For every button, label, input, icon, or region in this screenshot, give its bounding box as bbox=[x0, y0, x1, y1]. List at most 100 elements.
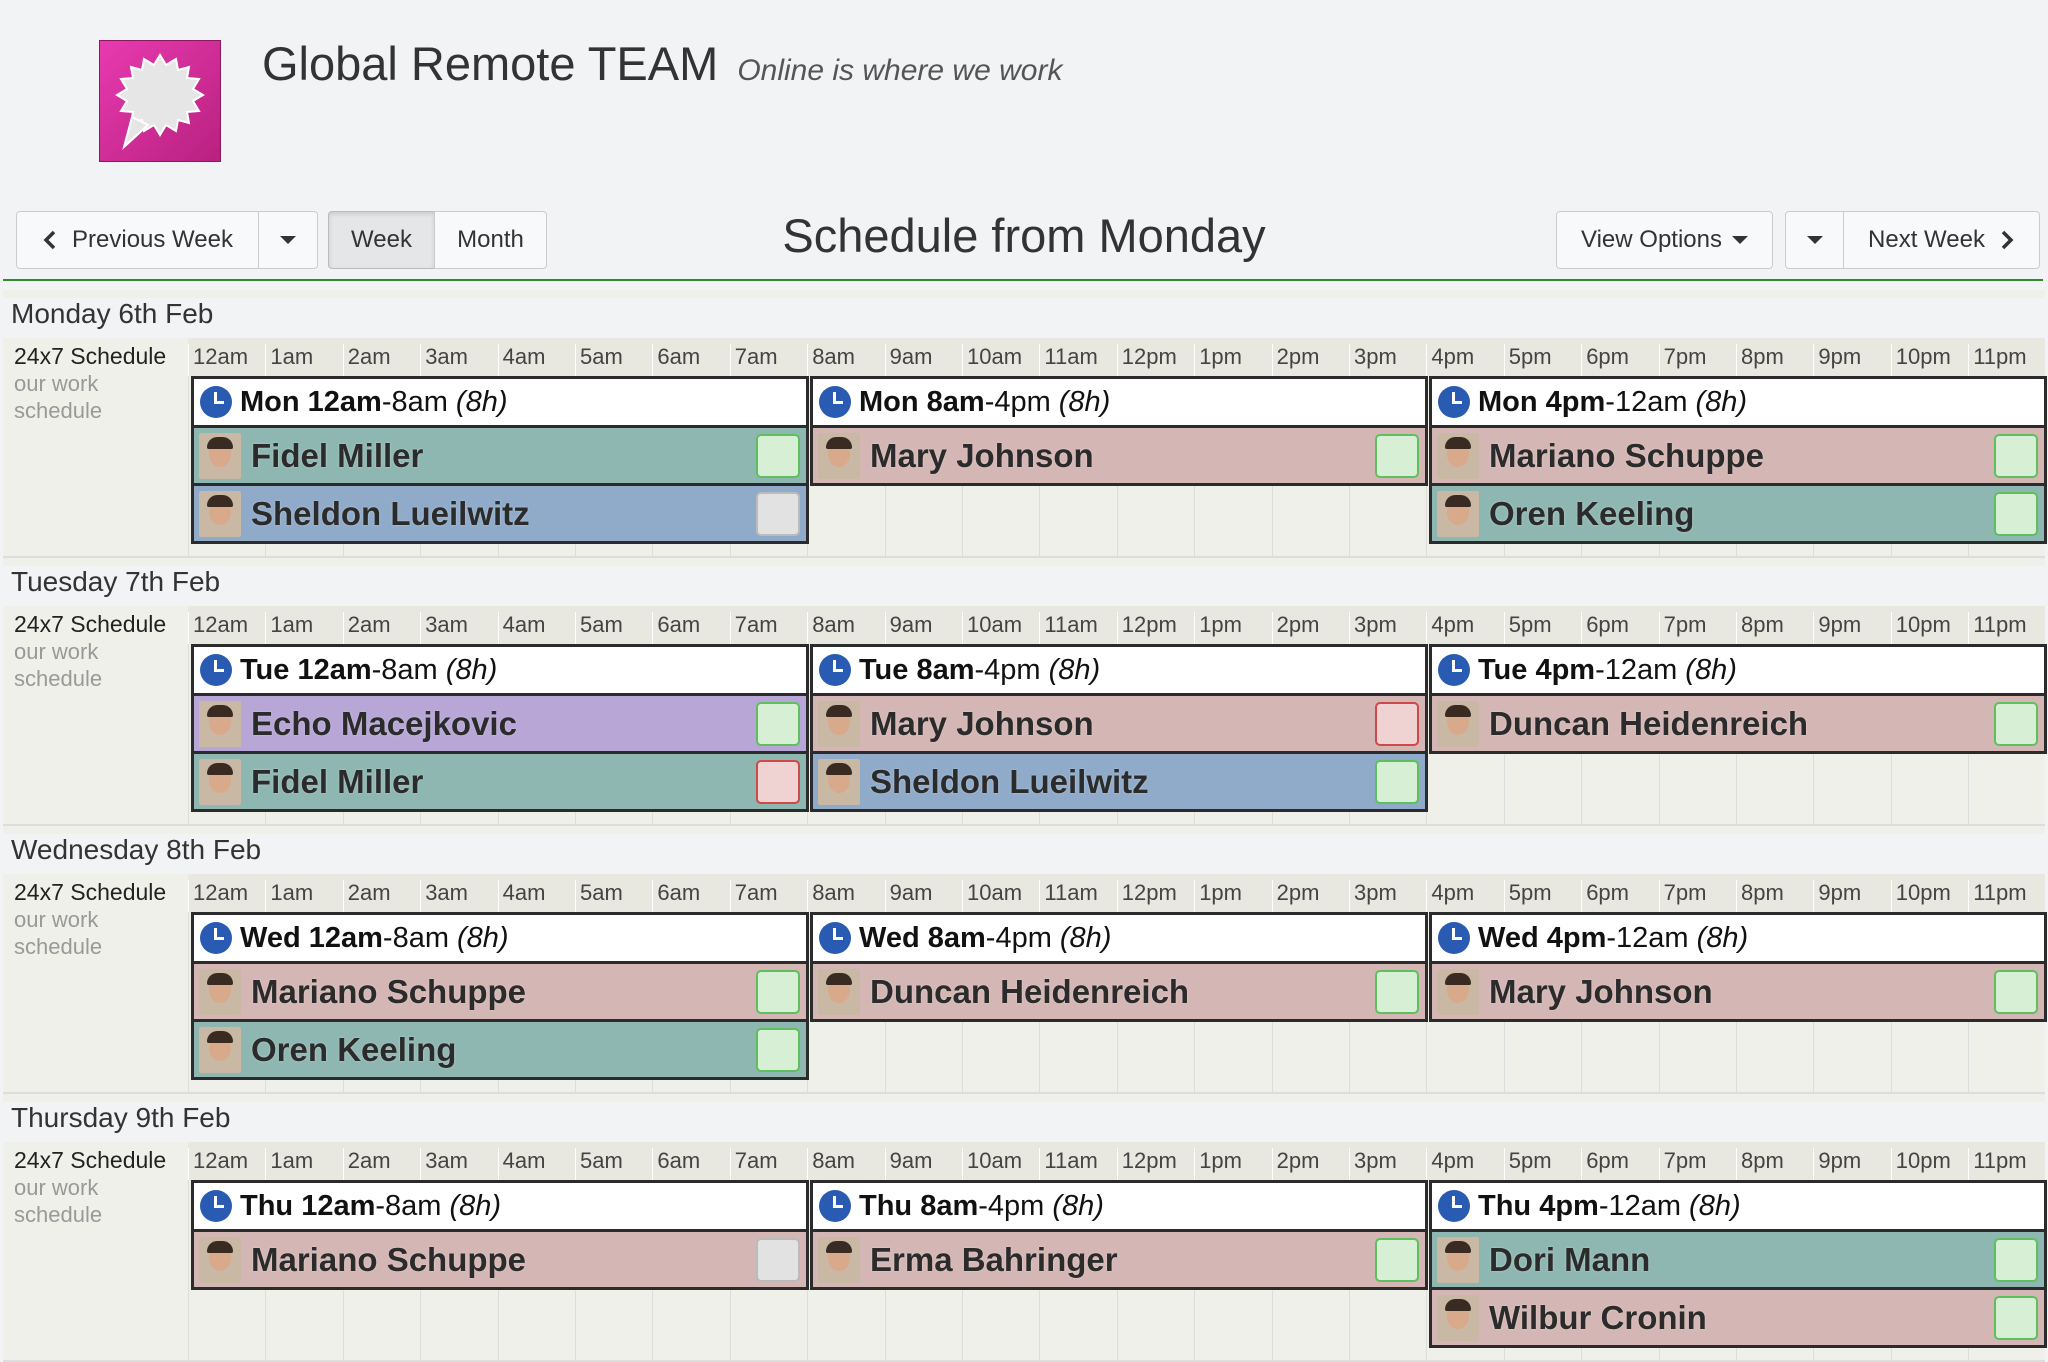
shift-assignee[interactable]: Echo Macejkovic bbox=[194, 696, 806, 751]
shift-header[interactable]: Mon 8am -4pm (8h) bbox=[813, 379, 1425, 425]
shift-start: Thu 12am bbox=[240, 1189, 376, 1222]
shift-block[interactable]: Thu 4pm -12am (8h) Dori Mann Wilbur Cron… bbox=[1429, 1180, 2047, 1348]
hour-label: 8pm bbox=[1736, 880, 1813, 912]
shift-assignee[interactable]: Fidel Miller bbox=[194, 754, 806, 809]
shift-assignee[interactable]: Mariano Schuppe bbox=[194, 964, 806, 1019]
shift-assignee[interactable]: Sheldon Lueilwitz bbox=[813, 754, 1425, 809]
schedule-label[interactable]: 24x7 Schedule our work schedule bbox=[14, 879, 166, 960]
status-checkbox[interactable] bbox=[1994, 702, 2038, 746]
shift-end: -8am bbox=[381, 385, 448, 418]
shift-header[interactable]: Wed 8am -4pm (8h) bbox=[813, 915, 1425, 961]
hour-label: 8am bbox=[807, 880, 884, 912]
team-logo[interactable] bbox=[99, 40, 221, 162]
shift-header[interactable]: Tue 12am -8am (8h) bbox=[194, 647, 806, 693]
status-checkbox[interactable] bbox=[1375, 702, 1419, 746]
hour-label: 8pm bbox=[1736, 344, 1813, 376]
shift-assignee[interactable]: Wilbur Cronin bbox=[1432, 1290, 2044, 1345]
status-checkbox[interactable] bbox=[756, 702, 800, 746]
schedule-label[interactable]: 24x7 Schedule our work schedule bbox=[14, 1147, 166, 1228]
status-checkbox[interactable] bbox=[756, 492, 800, 536]
shift-block[interactable]: Mon 4pm -12am (8h) Mariano Schuppe Oren … bbox=[1429, 376, 2047, 544]
shift-assignee[interactable]: Erma Bahringer bbox=[813, 1232, 1425, 1287]
caret-down-icon bbox=[1806, 236, 1823, 244]
shift-block[interactable]: Wed 8am -4pm (8h) Duncan Heidenreich bbox=[810, 912, 1428, 1022]
hour-label: 4pm bbox=[1426, 344, 1503, 376]
shift-block[interactable]: Mon 12am -8am (8h) Fidel Miller Sheldon … bbox=[191, 376, 809, 544]
shift-assignee[interactable]: Oren Keeling bbox=[1432, 486, 2044, 541]
shift-header[interactable]: Thu 4pm -12am (8h) bbox=[1432, 1183, 2044, 1229]
schedule-name: 24x7 Schedule bbox=[14, 879, 167, 905]
hour-label: 5am bbox=[575, 612, 652, 644]
shift-header[interactable]: Thu 8am -4pm (8h) bbox=[813, 1183, 1425, 1229]
status-checkbox[interactable] bbox=[1994, 1296, 2038, 1340]
shift-block[interactable]: Wed 12am -8am (8h) Mariano Schuppe Oren … bbox=[191, 912, 809, 1080]
hour-label: 3am bbox=[420, 1148, 497, 1180]
shift-duration: (8h) bbox=[1058, 385, 1111, 418]
shift-assignee[interactable]: Duncan Heidenreich bbox=[1432, 696, 2044, 751]
hour-label: 9pm bbox=[1813, 612, 1890, 644]
shift-header[interactable]: Tue 8am -4pm (8h) bbox=[813, 647, 1425, 693]
shift-block[interactable]: Wed 4pm -12am (8h) Mary Johnson bbox=[1429, 912, 2047, 1022]
shift-header[interactable]: Mon 12am -8am (8h) bbox=[194, 379, 806, 425]
hour-label: 2pm bbox=[1271, 880, 1349, 912]
hour-label: 3pm bbox=[1349, 880, 1426, 912]
day-title: Thursday 9th Feb bbox=[3, 1102, 2045, 1142]
assignee-name: Oren Keeling bbox=[1489, 494, 1695, 532]
status-checkbox[interactable] bbox=[756, 434, 800, 478]
shift-assignee[interactable]: Fidel Miller bbox=[194, 428, 806, 483]
assignee-name: Mariano Schuppe bbox=[1489, 436, 1765, 474]
shift-header[interactable]: Wed 4pm -12am (8h) bbox=[1432, 915, 2044, 961]
status-checkbox[interactable] bbox=[1994, 970, 2038, 1014]
shift-block[interactable]: Thu 12am -8am (8h) Mariano Schuppe bbox=[191, 1180, 809, 1290]
hour-label: 7am bbox=[729, 1148, 807, 1180]
shift-assignee[interactable]: Oren Keeling bbox=[194, 1022, 806, 1077]
shift-block[interactable]: Tue 8am -4pm (8h) Mary Johnson Sheldon L… bbox=[810, 644, 1428, 812]
avatar bbox=[199, 968, 241, 1015]
status-checkbox[interactable] bbox=[756, 1028, 800, 1072]
shift-block[interactable]: Mon 8am -4pm (8h) Mary Johnson bbox=[810, 376, 1428, 486]
status-checkbox[interactable] bbox=[756, 760, 800, 804]
next-week-dropdown[interactable] bbox=[1785, 211, 1844, 269]
status-checkbox[interactable] bbox=[1994, 1238, 2038, 1282]
shift-assignee[interactable]: Mariano Schuppe bbox=[1432, 428, 2044, 483]
status-checkbox[interactable] bbox=[1375, 434, 1419, 478]
status-checkbox[interactable] bbox=[1375, 1238, 1419, 1282]
clock-icon bbox=[200, 1190, 232, 1222]
shift-assignee[interactable]: Dori Mann bbox=[1432, 1232, 2044, 1287]
shift-assignee[interactable]: Mary Johnson bbox=[813, 428, 1425, 483]
clock-icon bbox=[1438, 654, 1470, 686]
shift-start: Mon 4pm bbox=[1478, 385, 1606, 418]
shift-header[interactable]: Tue 4pm -12am (8h) bbox=[1432, 647, 2044, 693]
schedule-label[interactable]: 24x7 Schedule our work schedule bbox=[14, 611, 166, 692]
shift-header[interactable]: Wed 12am -8am (8h) bbox=[194, 915, 806, 961]
clock-icon bbox=[819, 386, 851, 418]
status-checkbox[interactable] bbox=[1375, 760, 1419, 804]
status-checkbox[interactable] bbox=[756, 970, 800, 1014]
shift-assignee[interactable]: Mariano Schuppe bbox=[194, 1232, 806, 1287]
shift-block[interactable]: Thu 8am -4pm (8h) Erma Bahringer bbox=[810, 1180, 1428, 1290]
shift-assignee[interactable]: Mary Johnson bbox=[1432, 964, 2044, 1019]
hour-label: 3pm bbox=[1349, 344, 1426, 376]
next-week-button[interactable]: Next Week bbox=[1843, 211, 2040, 269]
hour-label: 9pm bbox=[1813, 880, 1890, 912]
shift-assignee[interactable]: Duncan Heidenreich bbox=[813, 964, 1425, 1019]
clock-icon bbox=[1438, 1190, 1470, 1222]
hour-label: 10pm bbox=[1890, 612, 1968, 644]
shift-start: Wed 8am bbox=[859, 921, 986, 954]
view-options-button[interactable]: View Options bbox=[1556, 211, 1773, 269]
shift-assignee[interactable]: Sheldon Lueilwitz bbox=[194, 486, 806, 541]
shift-duration: (8h) bbox=[1696, 921, 1749, 954]
shift-assignee[interactable]: Mary Johnson bbox=[813, 696, 1425, 751]
status-checkbox[interactable] bbox=[1375, 970, 1419, 1014]
shift-header[interactable]: Thu 12am -8am (8h) bbox=[194, 1183, 806, 1229]
day-title: Wednesday 8th Feb bbox=[3, 834, 2045, 874]
status-checkbox[interactable] bbox=[756, 1238, 800, 1282]
shift-block[interactable]: Tue 12am -8am (8h) Echo Macejkovic Fidel… bbox=[191, 644, 809, 812]
status-checkbox[interactable] bbox=[1994, 434, 2038, 478]
shift-end: -12am bbox=[1606, 921, 1689, 954]
schedule-label[interactable]: 24x7 Schedule our work schedule bbox=[14, 343, 166, 424]
shift-header[interactable]: Mon 4pm -12am (8h) bbox=[1432, 379, 2044, 425]
hour-label: 7am bbox=[729, 344, 807, 376]
status-checkbox[interactable] bbox=[1994, 492, 2038, 536]
shift-block[interactable]: Tue 4pm -12am (8h) Duncan Heidenreich bbox=[1429, 644, 2047, 754]
